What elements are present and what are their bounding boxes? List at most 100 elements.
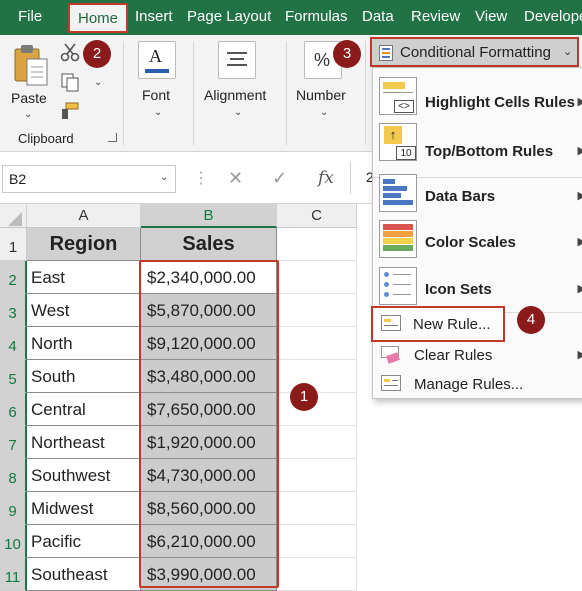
- row-header[interactable]: 9: [0, 492, 27, 525]
- tab-data[interactable]: Data: [362, 0, 394, 33]
- tab-insert[interactable]: Insert: [135, 0, 173, 33]
- submenu-arrow-icon: ▶: [577, 283, 582, 295]
- step-badge-2: 2: [83, 40, 111, 68]
- submenu-arrow-icon: ▶: [577, 236, 582, 248]
- alignment-button[interactable]: Alignment ⌄: [200, 39, 280, 121]
- data-bars-icon: [379, 174, 417, 212]
- clear-rules-icon: [381, 346, 403, 364]
- header-cell-region[interactable]: Region: [27, 228, 141, 261]
- region-cell[interactable]: Northeast: [27, 426, 141, 459]
- new-rule-label: New Rule...: [413, 316, 491, 333]
- tab-page-layout[interactable]: Page Layout: [187, 0, 271, 33]
- chevron-down-icon: ⌄: [563, 46, 573, 58]
- empty-cell[interactable]: [277, 360, 357, 393]
- region-cell[interactable]: East: [27, 261, 141, 294]
- selection-highlight: [139, 260, 279, 588]
- empty-cell[interactable]: [277, 327, 357, 360]
- empty-cell[interactable]: [277, 492, 357, 525]
- step-badge-3: 3: [333, 40, 361, 68]
- region-cell[interactable]: Southwest: [27, 459, 141, 492]
- region-cell[interactable]: Southeast: [27, 558, 141, 591]
- cancel-icon[interactable]: ✕: [228, 168, 243, 189]
- copy-dropdown-icon[interactable]: ⌄: [94, 77, 102, 88]
- tab-home[interactable]: Home: [68, 3, 129, 33]
- column-header-b[interactable]: B: [141, 204, 277, 228]
- conditional-formatting-button[interactable]: Conditional Formatting ⌄: [370, 37, 579, 67]
- icon-sets-icon: [379, 267, 417, 305]
- submenu-arrow-icon: ▶: [577, 349, 582, 361]
- row-header[interactable]: 1: [0, 228, 27, 261]
- ribbon-tab-bar: File Home Insert Page Layout Formulas Da…: [0, 0, 582, 35]
- font-label: Font: [142, 87, 171, 103]
- header-cell-sales[interactable]: Sales: [141, 228, 277, 261]
- name-box[interactable]: B2: [2, 165, 176, 193]
- top-bottom-icon: ↑ 10: [379, 123, 417, 161]
- region-cell[interactable]: Pacific: [27, 525, 141, 558]
- empty-cell[interactable]: [277, 228, 357, 261]
- region-cell[interactable]: Central: [27, 393, 141, 426]
- menu-item-color-scales[interactable]: Color Scales ▶: [373, 218, 582, 268]
- region-cell[interactable]: North: [27, 327, 141, 360]
- empty-cell[interactable]: [277, 426, 357, 459]
- menu-item-new-rule[interactable]: New Rule...: [371, 306, 505, 342]
- name-box-dropdown-icon[interactable]: ⌄: [160, 172, 168, 183]
- menu-item-clear-rules[interactable]: Clear Rules ▶: [373, 342, 582, 370]
- font-button[interactable]: A Font ⌄: [134, 39, 184, 121]
- tab-file[interactable]: File: [18, 0, 42, 33]
- row-header[interactable]: 3: [0, 294, 27, 327]
- menu-item-manage-rules[interactable]: Manage Rules...: [373, 371, 582, 399]
- row-header[interactable]: 6: [0, 393, 27, 426]
- step-badge-4: 4: [517, 306, 545, 334]
- submenu-arrow-icon: ▶: [577, 190, 582, 202]
- column-header-a[interactable]: A: [27, 204, 141, 228]
- format-painter-icon[interactable]: [60, 101, 80, 121]
- column-header-c[interactable]: C: [277, 204, 357, 228]
- submenu-arrow-icon: ▶: [577, 145, 582, 157]
- row-header[interactable]: 10: [0, 525, 27, 558]
- conditional-formatting-label: Conditional Formatting: [400, 44, 551, 61]
- row-header[interactable]: 7: [0, 426, 27, 459]
- row-header[interactable]: 5: [0, 360, 27, 393]
- row-header[interactable]: 11: [0, 558, 27, 591]
- region-cell[interactable]: Midwest: [27, 492, 141, 525]
- row-header[interactable]: 4: [0, 327, 27, 360]
- tab-formulas[interactable]: Formulas: [285, 0, 348, 33]
- paste-dropdown-icon: ⌄: [24, 109, 33, 120]
- paste-icon: [14, 45, 48, 86]
- paste-button[interactable]: Paste ⌄: [8, 39, 54, 121]
- clipboard-launcher-icon[interactable]: [108, 133, 117, 142]
- number-label: Number: [296, 87, 346, 103]
- empty-cell[interactable]: [277, 525, 357, 558]
- submenu-arrow-icon: ▶: [577, 96, 582, 108]
- select-all-icon: [8, 212, 22, 226]
- region-cell[interactable]: South: [27, 360, 141, 393]
- color-scales-icon: [379, 220, 417, 258]
- menu-item-highlight-cells-rules[interactable]: <> Highlight Cells Rules ▶: [373, 73, 582, 121]
- menu-item-top-bottom-rules[interactable]: ↑ 10 Top/Bottom Rules ▶: [373, 121, 582, 171]
- empty-cell[interactable]: [277, 459, 357, 492]
- alignment-label: Alignment: [204, 87, 267, 103]
- menu-item-data-bars[interactable]: Data Bars ▶: [373, 172, 582, 222]
- row-header[interactable]: 2: [0, 261, 27, 294]
- empty-cell[interactable]: [277, 294, 357, 327]
- tab-review[interactable]: Review: [411, 0, 460, 33]
- empty-cell[interactable]: [277, 558, 357, 591]
- step-badge-1: 1: [290, 383, 318, 411]
- cut-icon[interactable]: [60, 42, 80, 62]
- alignment-dropdown-icon: ⌄: [234, 107, 243, 118]
- formula-bar-grip-icon: ⋮: [193, 170, 209, 187]
- enter-icon[interactable]: ✓: [272, 168, 287, 189]
- paste-label: Paste: [11, 90, 47, 106]
- tab-view[interactable]: View: [475, 0, 507, 33]
- row-header[interactable]: 8: [0, 459, 27, 492]
- alignment-icon: [218, 41, 256, 79]
- empty-cell[interactable]: [277, 261, 357, 294]
- manage-rules-icon: [381, 375, 403, 393]
- copy-icon[interactable]: [60, 72, 80, 92]
- conditional-formatting-menu: <> Highlight Cells Rules ▶ ↑ 10 Top/Bott…: [372, 67, 582, 399]
- font-icon: A: [138, 41, 176, 79]
- tab-developer[interactable]: Developer: [524, 0, 582, 33]
- new-rule-icon: [381, 315, 403, 333]
- region-cell[interactable]: West: [27, 294, 141, 327]
- insert-function-icon[interactable]: fx: [318, 168, 334, 188]
